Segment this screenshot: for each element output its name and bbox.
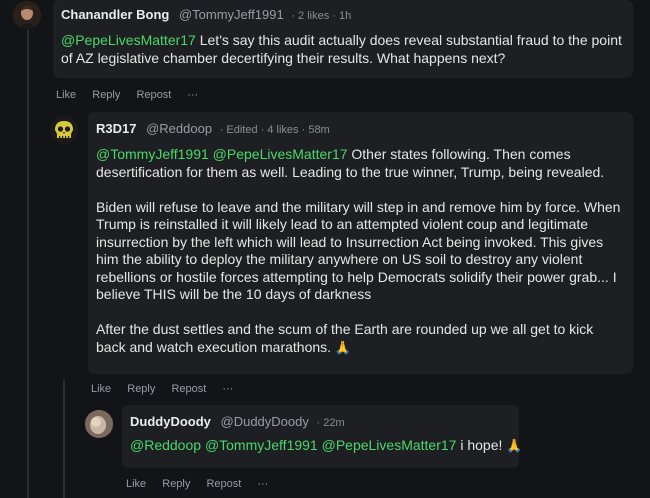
comment-paragraph: Biden will refuse to leave and the milit… <box>96 198 621 303</box>
pray-emoji-icon: 🙏 <box>334 339 352 355</box>
comment-text: @Reddoop @TommyJeff1991 @PepeLivesMatter… <box>130 437 523 453</box>
more-options-button[interactable]: ··· <box>257 478 268 490</box>
comment-card: R3D17 @Reddoop · Edited · 4 likes · 58m … <box>88 112 633 374</box>
like-button[interactable]: Like <box>126 478 146 490</box>
thread-line-main <box>27 30 29 498</box>
author-handle[interactable]: @Reddoop <box>146 121 212 136</box>
like-button[interactable]: Like <box>91 383 111 395</box>
mention-link[interactable]: @PepeLivesMatter17 <box>322 437 457 453</box>
repost-button[interactable]: Repost <box>136 89 171 101</box>
author-name[interactable]: R3D17 <box>96 121 136 136</box>
comment-text: @TommyJeff1991 @PepeLivesMatter17 Other … <box>96 146 626 356</box>
comment-header: DuddyDoody @DuddyDoody · 22m <box>130 414 345 429</box>
comment-header: Chanandler Bong @TommyJeff1991 · 2 likes… <box>61 7 351 22</box>
comment-actions: Like Reply Repost ··· <box>91 383 246 395</box>
author-handle[interactable]: @DuddyDoody <box>221 414 309 429</box>
reply-button[interactable]: Reply <box>162 478 190 490</box>
skull-icon <box>50 116 78 144</box>
repost-button[interactable]: Repost <box>171 383 206 395</box>
mention-link[interactable]: @Reddoop <box>130 437 201 453</box>
like-button[interactable]: Like <box>56 89 76 101</box>
comment-meta: · 2 likes · 1h <box>291 10 352 22</box>
reply-button[interactable]: Reply <box>127 383 155 395</box>
mention-link[interactable]: @PepeLivesMatter17 <box>213 146 348 162</box>
mention-link[interactable]: @PepeLivesMatter17 <box>61 32 196 48</box>
comment-actions: Like Reply Repost ··· <box>56 89 211 101</box>
comment-card: Chanandler Bong @TommyJeff1991 · 2 likes… <box>53 0 633 78</box>
comment-meta: · Edited · 4 likes · 58m <box>219 124 330 136</box>
reply-button[interactable]: Reply <box>92 89 120 101</box>
pray-emoji-icon: 🙏 <box>506 438 523 453</box>
comment-header: R3D17 @Reddoop · Edited · 4 likes · 58m <box>96 121 330 136</box>
mention-link[interactable]: @TommyJeff1991 <box>205 437 318 453</box>
comment-meta: · 22m <box>316 417 345 429</box>
comment-text: @PepeLivesMatter17 Let's say this audit … <box>61 32 622 66</box>
avatar[interactable] <box>13 1 41 29</box>
author-name[interactable]: DuddyDoody <box>130 414 211 429</box>
comment-actions: Like Reply Repost ··· <box>126 478 281 490</box>
thread-line-nested <box>63 380 65 498</box>
repost-button[interactable]: Repost <box>206 478 241 490</box>
author-handle[interactable]: @TommyJeff1991 <box>179 7 284 22</box>
comment-card: DuddyDoody @DuddyDoody · 22m @Reddoop @T… <box>122 405 523 468</box>
mention-link[interactable]: @TommyJeff1991 <box>96 146 209 162</box>
author-name[interactable]: Chanandler Bong <box>61 7 169 22</box>
more-options-button[interactable]: ··· <box>222 383 233 395</box>
avatar[interactable] <box>85 410 113 438</box>
avatar[interactable] <box>50 116 78 144</box>
more-options-button[interactable]: ··· <box>187 89 198 101</box>
